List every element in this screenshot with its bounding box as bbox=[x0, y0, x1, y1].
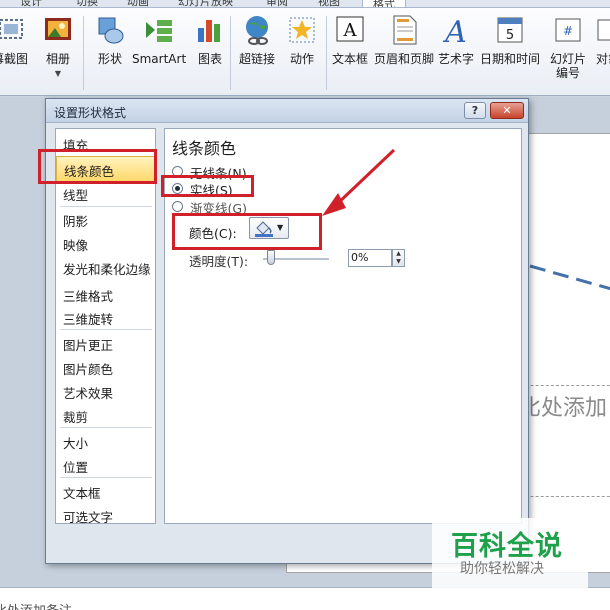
nav-divider bbox=[60, 477, 152, 478]
wordart-icon: A bbox=[442, 15, 467, 46]
chart-icon bbox=[198, 20, 220, 42]
placeholder-text: 比处添加 bbox=[519, 396, 608, 421]
nav-alt-text[interactable]: 可选文字 bbox=[63, 507, 113, 526]
ribbon: 幕截图 相册 ▼ 形状 SmartArt 图 bbox=[0, 8, 610, 96]
nav-3d-format[interactable]: 三维格式 bbox=[63, 286, 113, 305]
category-list: 填充 线条颜色 线型 阴影 映像 发光和柔化边缘 三维格式 三维旋转 图片更正 … bbox=[55, 128, 156, 526]
nav-crop[interactable]: 裁剪 bbox=[63, 407, 88, 426]
highlight-solid-line-option bbox=[161, 175, 254, 197]
shapes-icon bbox=[98, 17, 124, 44]
wordart-button[interactable]: A 艺术字 bbox=[438, 14, 474, 92]
hyperlink-button[interactable]: 超链接 bbox=[239, 14, 275, 92]
dialog-title: 设置形状格式 bbox=[54, 106, 127, 120]
tab-slideshow[interactable]: 幻灯片放映 bbox=[178, 0, 233, 7]
highlight-line-color-nav bbox=[38, 149, 157, 184]
chevron-down-icon: ▼ bbox=[54, 69, 62, 78]
action-icon bbox=[289, 17, 315, 43]
tab-format[interactable]: 格式 bbox=[362, 0, 406, 7]
textbox-button[interactable]: A 文本框 bbox=[332, 14, 368, 92]
notes-pane[interactable] bbox=[0, 587, 610, 610]
object-button[interactable]: 对象 bbox=[592, 14, 610, 92]
nav-line-style[interactable]: 线型 bbox=[63, 185, 88, 204]
highlight-color-picker bbox=[172, 213, 322, 250]
tab-view[interactable]: 视图 bbox=[318, 0, 340, 7]
nav-3d-rotation[interactable]: 三维旋转 bbox=[63, 309, 113, 328]
dialog-title-bar[interactable]: 设置形状格式 ? ✕ bbox=[46, 99, 528, 123]
ribbon-separator bbox=[230, 16, 231, 90]
smartart-button[interactable]: SmartArt bbox=[132, 14, 186, 92]
tab-animations[interactable]: 动画 bbox=[127, 0, 149, 7]
action-button[interactable]: 动作 bbox=[286, 14, 318, 92]
svg-text:#: # bbox=[563, 24, 573, 38]
transparency-spinner[interactable]: ▲ ▼ bbox=[392, 249, 405, 267]
slide-number-icon: # bbox=[555, 18, 581, 42]
section-title: 线条颜色 bbox=[172, 139, 237, 158]
nav-picture-color[interactable]: 图片颜色 bbox=[63, 359, 113, 378]
svg-text:A: A bbox=[343, 20, 358, 41]
tab-review[interactable]: 审阅 bbox=[266, 0, 288, 7]
tab-design[interactable]: 设计 bbox=[20, 0, 42, 7]
date-time-button[interactable]: 5 日期和时间 bbox=[480, 14, 540, 92]
radio-gradient-line[interactable] bbox=[172, 201, 183, 212]
photo-album-icon bbox=[45, 18, 71, 40]
nav-artistic-effects[interactable]: 艺术效果 bbox=[63, 383, 113, 402]
nav-glow-soft-edges[interactable]: 发光和柔化边缘 bbox=[63, 259, 151, 278]
slide-number-button[interactable]: # 幻灯片编号 bbox=[548, 14, 588, 92]
nav-position[interactable]: 位置 bbox=[63, 457, 88, 476]
ribbon-tab-strip: 设计 切换 动画 幻灯片放映 审阅 视图 格式 bbox=[0, 0, 610, 8]
nav-shadow[interactable]: 阴影 bbox=[63, 211, 88, 230]
chevron-up-icon: ▲ bbox=[396, 250, 401, 257]
chart-button[interactable]: 图表 bbox=[194, 14, 226, 92]
date-time-icon: 5 bbox=[497, 17, 523, 43]
svg-text:5: 5 bbox=[506, 28, 514, 43]
hyperlink-icon bbox=[246, 16, 268, 45]
screenshot-button[interactable]: 幕截图 bbox=[0, 14, 28, 92]
svg-text:A: A bbox=[442, 15, 467, 46]
photo-album-button[interactable]: 相册 ▼ bbox=[42, 14, 74, 92]
header-footer-button[interactable]: 页眉和页脚 bbox=[374, 14, 434, 92]
tab-transitions[interactable]: 切换 bbox=[76, 0, 98, 7]
watermark-subtitle: 助你轻松解决 bbox=[460, 561, 544, 577]
object-icon bbox=[597, 19, 610, 41]
smartart-icon bbox=[146, 20, 173, 42]
textbox-icon: A bbox=[336, 16, 364, 42]
shapes-button[interactable]: 形状 bbox=[94, 14, 126, 92]
header-footer-icon bbox=[393, 15, 417, 45]
ribbon-separator bbox=[83, 16, 84, 90]
nav-text-box[interactable]: 文本框 bbox=[63, 483, 101, 502]
nav-reflection[interactable]: 映像 bbox=[63, 235, 88, 254]
nav-picture-corrections[interactable]: 图片更正 bbox=[63, 335, 113, 354]
nav-divider bbox=[60, 427, 152, 428]
transparency-label: 透明度(T): bbox=[189, 254, 249, 269]
notes-placeholder-text: 比处添加备注 bbox=[0, 600, 72, 610]
help-button[interactable]: ? bbox=[464, 102, 486, 119]
ribbon-separator bbox=[326, 16, 327, 90]
chevron-down-icon: ▼ bbox=[396, 258, 401, 265]
nav-divider bbox=[60, 206, 152, 207]
screenshot-icon bbox=[0, 19, 23, 39]
nav-size[interactable]: 大小 bbox=[63, 433, 88, 452]
nav-divider bbox=[60, 329, 152, 330]
close-button[interactable]: ✕ bbox=[490, 102, 524, 119]
transparency-slider-thumb[interactable] bbox=[267, 250, 275, 265]
transparency-input[interactable]: 0% bbox=[348, 249, 392, 267]
